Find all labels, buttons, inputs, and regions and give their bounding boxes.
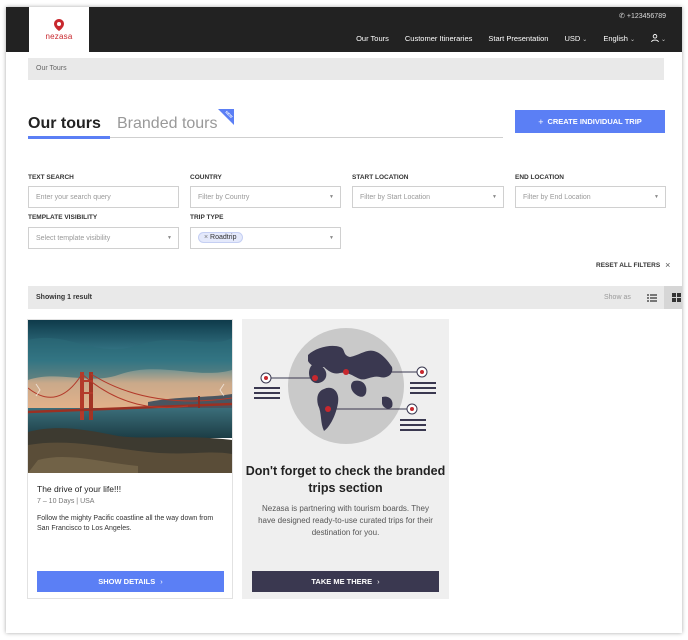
create-individual-trip-button[interactable]: + CREATE INDIVIDUAL TRIP [515, 110, 665, 133]
phone-number: ✆ +123456789 [619, 12, 666, 20]
promo-heading: Don't forget to check the branded trips … [245, 464, 446, 495]
chevron-right-icon: › [160, 577, 163, 586]
tab-our-tours[interactable]: Our tours [28, 115, 101, 133]
grid-view-icon [671, 293, 681, 302]
language-dropdown[interactable]: English ⌄ [603, 34, 635, 43]
currency-dropdown[interactable]: USD ⌄ [564, 34, 587, 43]
chevron-right-icon: › [377, 577, 380, 586]
template-visibility-label: TEMPLATE VISIBILITY [28, 214, 98, 221]
create-button-label: CREATE INDIVIDUAL TRIP [547, 117, 642, 126]
breadcrumb-item[interactable]: Our Tours [36, 65, 67, 72]
template-visibility-placeholder: Select template visibility [36, 235, 111, 242]
tour-title[interactable]: The drive of your life!!! [37, 484, 121, 494]
chip-remove-icon[interactable]: × [204, 234, 208, 241]
nav-start-presentation[interactable]: Start Presentation [488, 34, 548, 43]
map-pin-icon [54, 18, 64, 31]
country-select[interactable]: Filter by Country ▼ [190, 186, 341, 208]
text-search-label: TEXT SEARCH [28, 174, 74, 181]
branded-trips-promo-card: Don't forget to check the branded trips … [242, 319, 449, 599]
trip-type-label: TRIP TYPE [190, 214, 224, 221]
take-me-there-label: TAKE ME THERE [311, 577, 373, 586]
tour-meta: 7 – 10 Days | USA [37, 498, 95, 505]
reset-filters-label: RESET ALL FILTERS [596, 261, 661, 269]
language-label: English [603, 34, 628, 43]
phone-icon: ✆ [619, 13, 625, 20]
list-view-icon [647, 293, 657, 302]
main-nav: Our Tours Customer Itineraries Start Pre… [356, 34, 666, 43]
trip-type-select[interactable]: × Roadtrip ▼ [190, 227, 341, 249]
show-details-button[interactable]: SHOW DETAILS › [37, 571, 224, 592]
plus-icon: + [538, 116, 544, 127]
golden-gate-bridge-photo [28, 320, 232, 473]
reset-all-filters-button[interactable]: RESET ALL FILTERS × [596, 260, 670, 270]
active-tab-indicator [28, 136, 110, 139]
nezasa-logo[interactable]: nezasa [29, 7, 89, 52]
template-visibility-select[interactable]: Select template visibility ▼ [28, 227, 179, 249]
dropdown-arrow-icon: ▼ [167, 235, 172, 241]
tour-description: Follow the mighty Pacific coastline all … [37, 515, 214, 532]
results-count: Showing 1 result [36, 294, 93, 301]
end-location-select[interactable]: Filter by End Location ▼ [515, 186, 666, 208]
show-details-label: SHOW DETAILS [98, 577, 156, 586]
chevron-down-icon: ⌄ [660, 37, 666, 43]
user-icon [651, 34, 659, 43]
tab-branded-tours[interactable]: Branded tours [117, 115, 218, 133]
results-bar: Showing 1 result Show as [28, 286, 682, 309]
top-bar: nezasa ✆ +123456789 Our Tours Customer I… [6, 7, 682, 52]
tour-card[interactable]: The drive of your life!!! 7 – 10 Days | … [27, 319, 233, 599]
start-location-placeholder: Filter by Start Location [360, 194, 431, 201]
start-location-label: START LOCATION [352, 174, 409, 181]
dropdown-arrow-icon: ▼ [492, 194, 497, 200]
promo-text: Nezasa is partnering with tourism boards… [258, 504, 433, 537]
nav-our-tours[interactable]: Our Tours [356, 34, 389, 43]
trip-type-chip[interactable]: × Roadtrip [198, 232, 243, 243]
new-badge: NEW [218, 109, 234, 125]
close-icon: × [665, 260, 671, 270]
text-search-input[interactable]: Enter your search query [28, 186, 179, 208]
grid-view-button[interactable] [664, 286, 682, 309]
user-menu[interactable]: ⌄ [651, 34, 666, 43]
country-label: COUNTRY [190, 174, 222, 181]
breadcrumb: Our Tours [28, 58, 664, 80]
dropdown-arrow-icon: ▼ [329, 235, 334, 241]
tour-tabs: Our tours Branded tours NEW [28, 109, 503, 139]
dropdown-arrow-icon: ▼ [654, 194, 659, 200]
take-me-there-button[interactable]: TAKE ME THERE › [252, 571, 439, 592]
end-location-placeholder: Filter by End Location [523, 194, 591, 201]
list-view-button[interactable] [640, 286, 664, 309]
logo-text: nezasa [45, 31, 73, 41]
country-placeholder: Filter by Country [198, 194, 250, 201]
app-window: nezasa ✆ +123456789 Our Tours Customer I… [6, 7, 682, 633]
show-as-label: Show as [604, 294, 631, 301]
end-location-label: END LOCATION [515, 174, 564, 181]
chevron-down-icon: ⌄ [582, 37, 588, 43]
dropdown-arrow-icon: ▼ [329, 194, 334, 200]
globe-illustration [254, 328, 436, 444]
chevron-down-icon: ⌄ [629, 37, 635, 43]
phone-text: +123456789 [626, 13, 666, 20]
text-search-placeholder: Enter your search query [36, 194, 111, 201]
start-location-select[interactable]: Filter by Start Location ▼ [352, 186, 504, 208]
trip-type-chip-label: Roadtrip [210, 234, 237, 241]
nav-customer-itineraries[interactable]: Customer Itineraries [405, 34, 473, 43]
currency-label: USD [564, 34, 581, 43]
